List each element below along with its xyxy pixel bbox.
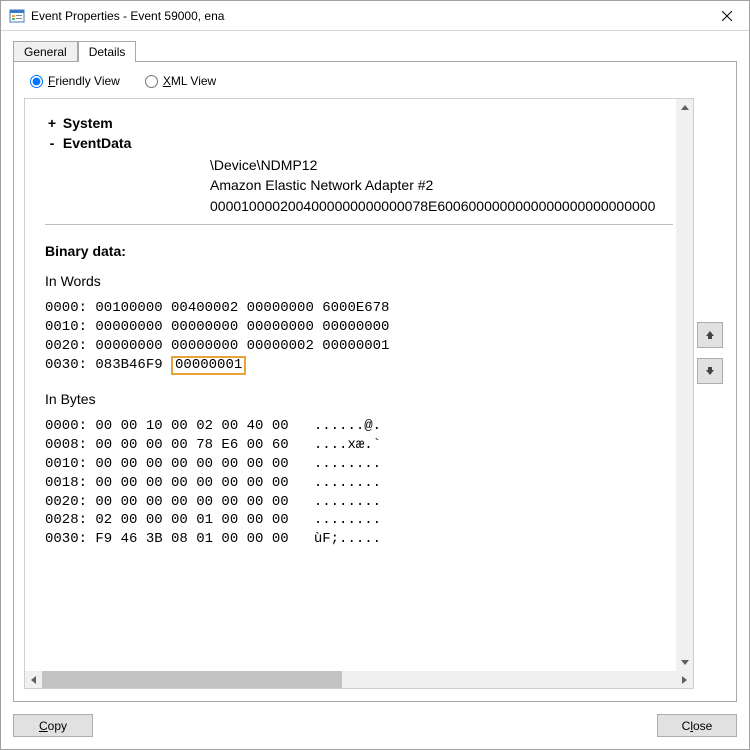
words-l4-highlight: 00000001	[171, 356, 246, 375]
vertical-scrollbar[interactable]	[676, 99, 693, 671]
words-l3: 0020: 00000000 00000000 00000002 0000000…	[45, 338, 389, 354]
window-title: Event Properties - Event 59000, ena	[31, 9, 704, 23]
arrow-up-icon	[704, 329, 716, 341]
tree-eventdata-label: EventData	[63, 135, 131, 151]
tab-body: Friendly View XML View + System	[13, 61, 737, 702]
divider	[45, 224, 673, 225]
copy-button[interactable]: Copy	[13, 714, 93, 737]
tree-eventdata-toggle[interactable]: -	[45, 135, 59, 151]
scroll-down-icon[interactable]	[676, 654, 693, 671]
event-properties-window: Event Properties - Event 59000, ena Gene…	[0, 0, 750, 750]
copy-u: C	[39, 719, 48, 733]
radio-xml-input[interactable]	[145, 75, 158, 88]
words-l4-a: 0030: 083B46F9	[45, 357, 171, 373]
radio-xml-view[interactable]: XML View	[145, 74, 216, 88]
bytes-l7: 0030: F9 46 3B 08 01 00 00 00 ùF;.....	[45, 531, 381, 547]
tab-strip: General Details	[13, 39, 737, 61]
close-button[interactable]: Close	[657, 714, 737, 737]
words-l2: 0010: 00000000 00000000 00000000 0000000…	[45, 319, 389, 335]
scroll-up-icon[interactable]	[676, 99, 693, 116]
eventdata-line-3: 0000100002004000000000000078E60060000000…	[210, 196, 673, 216]
horizontal-scrollbar[interactable]	[25, 671, 693, 688]
tab-general[interactable]: General	[13, 41, 78, 62]
words-l1: 0000: 00100000 00400002 00000000 6000E67…	[45, 300, 389, 316]
in-words-title: In Words	[45, 273, 673, 289]
view-mode-row: Friendly View XML View	[24, 74, 694, 88]
close-text: Close	[682, 719, 713, 733]
content-frame: + System - EventData \Device\NDMP12 Amaz…	[24, 98, 694, 689]
in-bytes-block: 0000: 00 00 10 00 02 00 40 00 ......@. 0…	[45, 417, 673, 549]
radio-friendly-input[interactable]	[30, 75, 43, 88]
client-area: General Details Friendly View XML View	[1, 31, 749, 749]
in-bytes-title: In Bytes	[45, 391, 673, 407]
bytes-l2: 0008: 00 00 00 00 78 E6 00 60 ....xæ.`	[45, 437, 381, 453]
prev-event-button[interactable]	[697, 322, 723, 348]
app-icon	[9, 8, 25, 24]
eventdata-line-2: Amazon Elastic Network Adapter #2	[210, 175, 673, 195]
binary-title: Binary data:	[45, 243, 673, 259]
tree-system-label: System	[63, 115, 113, 131]
tree-system-toggle[interactable]: +	[45, 115, 59, 131]
h-scroll-thumb[interactable]	[42, 671, 342, 688]
close-icon	[722, 11, 732, 21]
arrow-down-icon	[704, 365, 716, 377]
tree-eventdata-row[interactable]: - EventData	[45, 135, 673, 151]
bytes-l6: 0028: 02 00 00 00 01 00 00 00 ........	[45, 512, 381, 528]
window-close-button[interactable]	[704, 1, 749, 30]
radio-friendly-label: Friendly View	[48, 74, 120, 88]
eventdata-values: \Device\NDMP12 Amazon Elastic Network Ad…	[210, 155, 673, 216]
details-pane: Friendly View XML View + System	[24, 74, 694, 689]
radio-friendly-view[interactable]: Friendly View	[30, 74, 120, 88]
tree-system-row[interactable]: + System	[45, 115, 673, 131]
bytes-l5: 0020: 00 00 00 00 00 00 00 00 ........	[45, 494, 381, 510]
button-row: Copy Close	[13, 714, 737, 737]
bytes-l4: 0018: 00 00 00 00 00 00 00 00 ........	[45, 475, 381, 491]
scroll-right-icon[interactable]	[676, 671, 693, 688]
radio-xml-label: XML View	[163, 74, 216, 88]
in-words-block: 0000: 00100000 00400002 00000000 6000E67…	[45, 299, 673, 375]
bytes-l1: 0000: 00 00 10 00 02 00 40 00 ......@.	[45, 418, 381, 434]
next-event-button[interactable]	[697, 358, 723, 384]
scroll-left-icon[interactable]	[25, 671, 42, 688]
tab-details[interactable]: Details	[78, 41, 137, 62]
eventdata-line-1: \Device\NDMP12	[210, 155, 673, 175]
scroll-area: + System - EventData \Device\NDMP12 Amaz…	[25, 99, 693, 688]
nav-column	[694, 74, 726, 689]
content-inner: + System - EventData \Device\NDMP12 Amaz…	[25, 99, 693, 549]
bytes-l3: 0010: 00 00 00 00 00 00 00 00 ........	[45, 456, 381, 472]
titlebar: Event Properties - Event 59000, ena	[1, 1, 749, 31]
